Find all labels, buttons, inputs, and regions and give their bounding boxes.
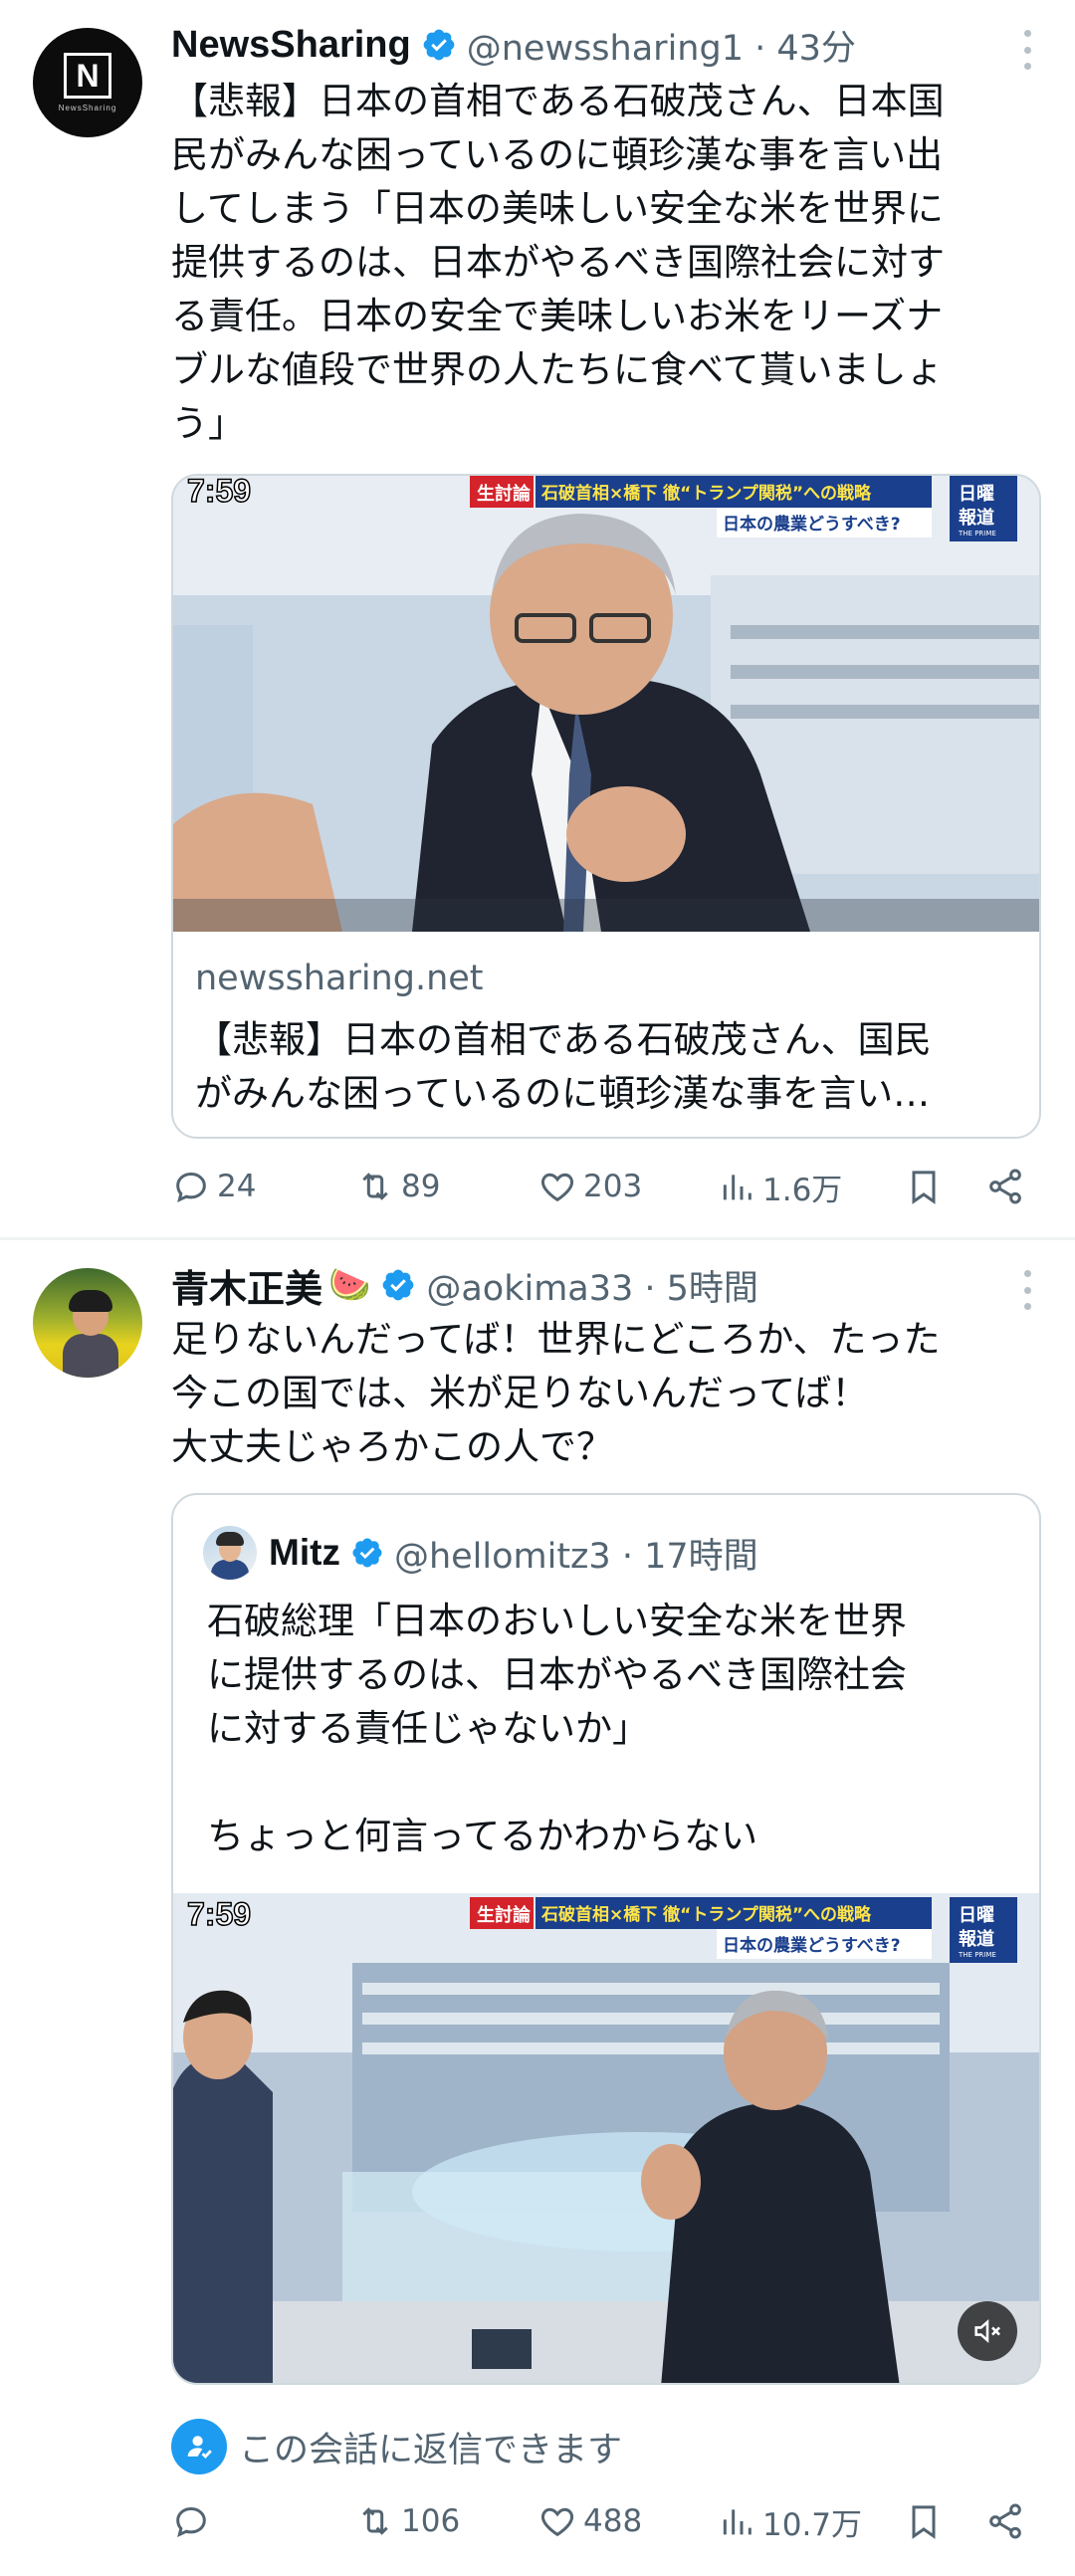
tweet-newssharing[interactable]: N NewsSharing NewsSharing @newssharing1 … (0, 0, 1075, 1238)
repost-count: 89 (401, 1169, 441, 1204)
heart-icon (540, 2507, 574, 2537)
views-button[interactable]: 1.6万 (717, 1157, 842, 1216)
tweet-text: 足りないんだってば！世界にどころか、たった 今この国では、米が足りないんだってば… (171, 1318, 941, 1468)
mute-button[interactable] (958, 2301, 1017, 2361)
link-card-title-line1: 【悲報】日本の首相である石破茂さん、国民 (195, 1018, 932, 1061)
more-options-icon[interactable] (1017, 30, 1037, 70)
reply-note-text: この会話に返信できます (239, 2430, 623, 2470)
verified-badge-icon (352, 1538, 382, 1568)
watermelon-icon: 🍉 (328, 1265, 371, 1305)
share-icon[interactable] (985, 2501, 1025, 2541)
logo-top: 日曜 (959, 1905, 994, 1926)
banner-tag: 生討論 (477, 1904, 532, 1926)
link-card-image: 7:59 生討論 石破首相×橋下 徹“トランプ関税”への戦略 日本の農業どうすべ… (173, 476, 1039, 932)
views-button[interactable]: 10.7万 (717, 2491, 862, 2551)
banner-sub: 日本の農業どうすべき? (723, 514, 901, 535)
quoted-avatar (203, 1526, 257, 1580)
tweet-text: 【悲報】日本の首相である石破茂さん、日本国 民がみんな困っているのに頓珍漢な事を… (171, 80, 945, 445)
broadcast-clock: 7:59 (187, 476, 251, 509)
avatar-logo-caption: NewsSharing (58, 104, 117, 112)
views-icon (723, 2509, 752, 2535)
more-options-icon[interactable] (1017, 1270, 1037, 1310)
verified-badge-icon (382, 1269, 414, 1301)
repost-icon (362, 2507, 388, 2535)
repost-button[interactable]: 106 (355, 2491, 460, 2551)
avatar[interactable]: N NewsSharing (33, 28, 142, 137)
logo-small: THE PRIME (958, 1951, 996, 1959)
like-count: 203 (583, 1169, 643, 1204)
link-card-domain: newssharing.net (195, 959, 484, 998)
quoted-tweet-header: Mitz @hellomitz3 · 17時間 (203, 1525, 758, 1581)
tweet-header: 青木正美 🍉 @aokima33 · 5時間 (171, 1257, 1035, 1313)
logo-bottom: 報道 (959, 507, 994, 529)
quoted-display-name: Mitz (269, 1532, 340, 1573)
banner-tag: 生討論 (477, 483, 532, 505)
avatar[interactable] (33, 1268, 142, 1378)
views-count: 10.7万 (762, 2506, 863, 2543)
repost-icon (362, 1173, 388, 1200)
avatar-logo-letter: N (64, 53, 111, 99)
quoted-tweet-text: 石破総理「日本のおいしい安全な米を世界 に提供するのは、日本がやるべき国際社会 … (207, 1600, 907, 1857)
bookmark-icon[interactable] (904, 2501, 944, 2541)
quoted-video[interactable]: 7:59 生討論 石破首相×橋下 徹“トランプ関税”への戦略 日本の農業どうすべ… (173, 1893, 1041, 2385)
person-check-icon (171, 2419, 227, 2474)
reply-button[interactable]: 24 (171, 1157, 256, 1216)
bookmark-icon[interactable] (904, 1167, 944, 1206)
display-name[interactable]: NewsSharing (171, 24, 411, 67)
display-name[interactable]: 青木正美 (171, 1258, 322, 1313)
tweet-divider (0, 1237, 1075, 1240)
quoted-tweet[interactable]: Mitz @hellomitz3 · 17時間 石破総理「日本のおいしい安全な米… (171, 1493, 1041, 2385)
handle-and-time[interactable]: @aokima33 · 5時間 (426, 1260, 758, 1311)
quoted-handle-and-time: @hellomitz3 · 17時間 (393, 1536, 758, 1577)
handle-and-time[interactable]: @newssharing1 · 43分 (467, 20, 856, 71)
logo-top: 日曜 (959, 484, 994, 505)
logo-bottom: 報道 (959, 1928, 994, 1950)
heart-icon (540, 1173, 574, 1202)
action-bar: 24 89 203 1.6万 (171, 1157, 1035, 1216)
reply-count: 24 (217, 1169, 257, 1204)
reply-permission-note: この会話に返信できます (171, 2419, 622, 2474)
broadcast-clock: 7:59 (187, 1896, 251, 1932)
link-card[interactable]: 7:59 生討論 石破首相×橋下 徹“トランプ関税”への戦略 日本の農業どうすべ… (171, 474, 1041, 1139)
verified-badge-icon (423, 29, 455, 61)
tweet-header: NewsSharing @newssharing1 · 43分 (171, 17, 1035, 73)
reply-icon (176, 2506, 206, 2537)
views-count: 1.6万 (762, 1172, 843, 1208)
repost-count: 106 (401, 2503, 461, 2539)
like-count: 488 (583, 2503, 643, 2539)
reply-button[interactable] (171, 2491, 217, 2551)
banner-main: 石破首相×橋下 徹“トランプ関税”への戦略 (540, 1904, 872, 1925)
logo-small: THE PRIME (958, 530, 996, 537)
action-bar: 106 488 10.7万 (171, 2491, 1035, 2551)
repost-button[interactable]: 89 (355, 1157, 440, 1216)
banner-sub: 日本の農業どうすべき? (723, 1935, 901, 1956)
banner-main: 石破首相×橋下 徹“トランプ関税”への戦略 (540, 483, 872, 504)
like-button[interactable]: 488 (538, 2491, 642, 2551)
speaker-muted-icon (974, 2318, 1000, 2344)
views-icon (723, 1175, 752, 1200)
share-icon[interactable] (985, 1167, 1025, 1206)
link-card-title-line2: がみんな困っているのに頓珍漢な事を言い… (195, 1072, 931, 1115)
like-button[interactable]: 203 (538, 1157, 642, 1216)
reply-icon (176, 1172, 206, 1202)
